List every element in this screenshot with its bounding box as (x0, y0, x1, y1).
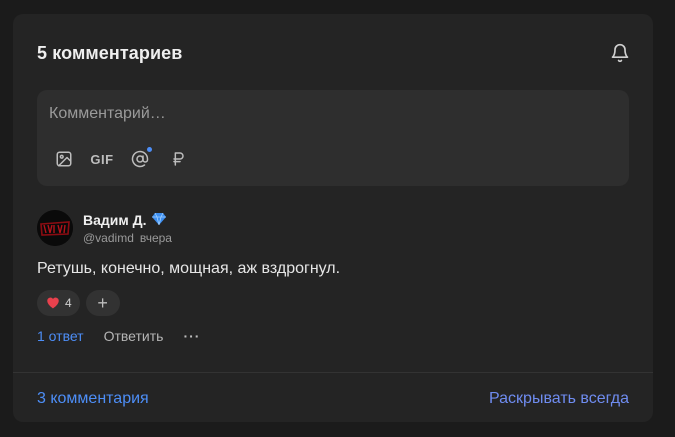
comments-card: 5 комментариев GIF (13, 14, 653, 422)
heart-reaction[interactable]: 4 (37, 290, 80, 316)
reply-button[interactable]: Ответить (104, 328, 164, 344)
comment-time: вчера (139, 230, 172, 245)
diamond-icon (151, 212, 166, 228)
comment-item: Вадим Д. @vadimd вчера Ретушь, конечно, м… (37, 210, 629, 344)
avatar[interactable] (37, 210, 73, 246)
notification-dot (147, 147, 152, 152)
add-reaction-button[interactable]: + (85, 290, 120, 316)
reactions-bar: 4 + (37, 290, 629, 316)
comment-actions: 1 ответ Ответить ··· (37, 328, 629, 344)
author-name-row: Вадим Д. (83, 212, 172, 228)
more-comments-link[interactable]: 3 комментария (37, 390, 149, 408)
reaction-count: 4 (65, 296, 72, 310)
replies-link[interactable]: 1 ответ (37, 328, 84, 344)
author-name[interactable]: Вадим Д. (83, 212, 147, 228)
author-meta: @vadimd вчера (83, 231, 172, 245)
author-handle[interactable]: @vadimd (83, 231, 134, 245)
divider (13, 372, 653, 373)
image-icon[interactable] (51, 146, 77, 172)
author-info: Вадим Д. @vadimd вчера (83, 212, 172, 245)
comment-composer[interactable]: GIF (37, 90, 629, 186)
composer-toolbar: GIF (51, 146, 191, 172)
bell-icon[interactable] (608, 41, 632, 65)
mention-icon[interactable] (127, 146, 153, 172)
comments-footer: 3 комментария Раскрывать всегда (37, 388, 629, 410)
heart-icon (45, 295, 61, 312)
gif-button[interactable]: GIF (89, 146, 115, 172)
ruble-icon[interactable] (165, 146, 191, 172)
comment-input[interactable] (37, 90, 621, 138)
comments-header: 5 комментариев (37, 40, 629, 66)
comment-text: Ретушь, конечно, мощная, аж вздрогнул. (37, 260, 341, 277)
more-options-icon[interactable]: ··· (183, 328, 200, 344)
expand-always-link[interactable]: Раскрывать всегда (489, 390, 629, 408)
comment-author: Вадим Д. @vadimd вчера (37, 210, 629, 246)
comments-title: 5 комментариев (37, 42, 183, 63)
